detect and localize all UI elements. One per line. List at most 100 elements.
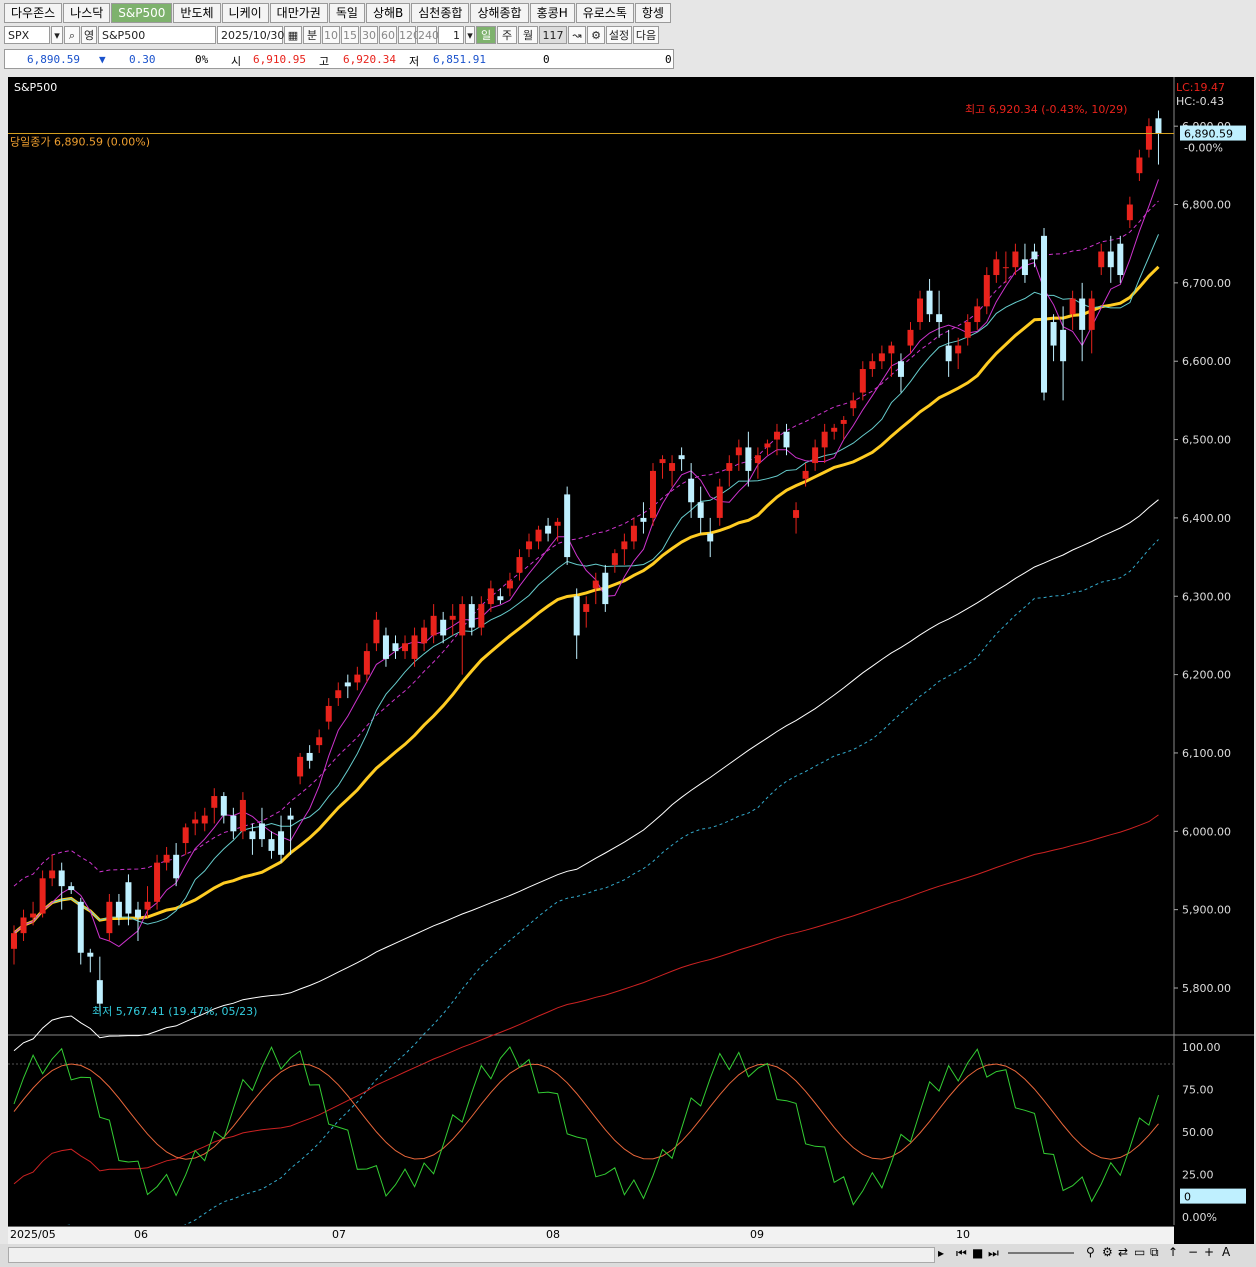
candle-body (392, 643, 399, 652)
pct-tag: -0.00% (1184, 142, 1223, 155)
period-60-button[interactable]: 60 (379, 26, 397, 44)
candle-body (1145, 126, 1152, 150)
gear-small-icon[interactable]: ⚙ (1102, 1245, 1113, 1259)
candle-body (115, 901, 122, 918)
tab-8[interactable]: 심천종합 (411, 3, 470, 23)
symbol-suffix: 영 (81, 26, 97, 44)
tab-7[interactable]: 상해B (365, 3, 411, 23)
next-button[interactable]: 다음 (633, 26, 659, 44)
collapse-icon[interactable]: ↑ (1168, 1245, 1178, 1259)
window-icon[interactable]: ▭ (1134, 1245, 1145, 1259)
compare-icon[interactable]: ⇄ (1118, 1245, 1128, 1259)
candle-body (1041, 235, 1048, 393)
symbol-input[interactable]: SPX (4, 26, 50, 44)
candle-body (535, 529, 542, 542)
candle-body (983, 275, 990, 307)
candle-body (144, 901, 151, 910)
period-240-button[interactable]: 240 (417, 26, 439, 44)
settings-button[interactable]: 설정 (606, 26, 632, 44)
hc-label: HC:-0.43 (1176, 95, 1224, 108)
chart-area[interactable]: 6,900.006,800.006,700.006,600.006,500.00… (8, 77, 1254, 1245)
chart-tool-icon[interactable]: ↝ (568, 26, 586, 44)
tab-4[interactable]: 니케이 (221, 3, 269, 23)
quote-bar: 6,890.59 ▼ 0.30 0% 시 6,910.95 고 6,920.34… (4, 49, 674, 69)
tab-12[interactable]: 항셍 (634, 3, 671, 23)
candle-body (459, 604, 466, 636)
period-15-button[interactable]: 15 (341, 26, 359, 44)
candle-body (726, 463, 733, 471)
tab-11[interactable]: 유로스톡 (575, 3, 634, 23)
tab-1[interactable]: 나스닥 (63, 3, 111, 23)
low-price: 6,851.91 (433, 53, 486, 66)
candle-body (697, 502, 704, 518)
high-price: 6,920.34 (343, 53, 396, 66)
symbol-dropdown-icon[interactable]: ▾ (51, 26, 63, 44)
date-input[interactable]: 2025/10/30 (217, 26, 284, 44)
candle-body (793, 510, 800, 518)
symbol-name-field[interactable]: S&P500 (98, 26, 216, 44)
period-30-button[interactable]: 30 (360, 26, 378, 44)
count-input[interactable]: 117 (539, 26, 567, 44)
candle-body (764, 443, 771, 448)
tab-6[interactable]: 독일 (328, 3, 365, 23)
candle-body (917, 298, 924, 323)
candle-body (592, 580, 599, 589)
tab-9[interactable]: 상해종합 (470, 3, 529, 23)
stop-icon[interactable]: ■ (972, 1246, 983, 1260)
gear-icon[interactable]: ⚙ (587, 26, 605, 44)
minute-button[interactable]: 분 (303, 26, 321, 44)
scroll-track[interactable] (8, 1247, 935, 1263)
tab-3[interactable]: 반도체 (173, 3, 221, 23)
period-value-input[interactable]: 1 (438, 26, 464, 44)
period-10-button[interactable]: 10 (322, 26, 340, 44)
candle-body (249, 831, 256, 840)
candle-body (497, 596, 504, 601)
price-chart-svg[interactable]: 6,900.006,800.006,700.006,600.006,500.00… (8, 77, 1254, 1225)
zoom-in-icon[interactable]: + (1204, 1245, 1214, 1259)
zoom-icon[interactable]: ⚲ (1086, 1245, 1095, 1259)
candle-body (258, 823, 265, 840)
x-axis-label: 08 (546, 1228, 560, 1241)
month-button[interactable]: 월 (518, 26, 538, 44)
candle-body (888, 345, 895, 354)
candle-body (211, 796, 218, 808)
lc-label: LC:19.47 (1176, 81, 1225, 94)
tab-0[interactable]: 다우존스 (4, 3, 63, 23)
zoom-slider[interactable] (1008, 1252, 1074, 1254)
day-button[interactable]: 일 (476, 26, 496, 44)
zoom-out-icon[interactable]: − (1188, 1245, 1198, 1259)
bollinger-lower-line (67, 539, 1159, 1225)
tab-2[interactable]: S&P500 (111, 3, 173, 23)
autoscale-icon[interactable]: A (1222, 1245, 1230, 1259)
period-120-button[interactable]: 120 (398, 26, 420, 44)
tab-5[interactable]: 대만가권 (269, 3, 328, 23)
bottom-scrollbar[interactable]: ▸ ⏮ ■ ⏭ ⚲ ⚙ ⇄ ▭ ⧉ ↑ − + A (0, 1244, 1256, 1267)
window-split-icon[interactable]: ⧉ (1150, 1245, 1159, 1260)
scroll-right-icon[interactable]: ▸ (938, 1246, 944, 1260)
candle-body (1021, 259, 1028, 276)
candle-body (583, 604, 590, 612)
candle-body (344, 682, 351, 687)
candle-body (545, 525, 552, 534)
y-tick-label: 6,000.00 (1182, 825, 1231, 838)
candle-body (1136, 157, 1143, 174)
current-price: 6,890.59 (27, 53, 80, 66)
candle-body (850, 400, 857, 409)
calendar-icon[interactable]: ▦ (284, 26, 302, 44)
candle-body (621, 541, 628, 550)
ma60-line (13, 499, 1159, 1052)
week-button[interactable]: 주 (497, 26, 517, 44)
period-spin-icon[interactable]: ▾ (465, 26, 475, 44)
candle-body (487, 588, 494, 605)
tab-10[interactable]: 홍콩H (529, 3, 575, 23)
candle-body (335, 690, 342, 699)
candle-body (77, 901, 84, 953)
search-icon[interactable]: ⌕ (64, 26, 80, 44)
candle-body (754, 455, 761, 464)
candle-body (1098, 251, 1105, 268)
play-forward-icon[interactable]: ⏭ (988, 1246, 999, 1261)
candle-body (402, 643, 409, 652)
candle-body (201, 815, 208, 824)
candle-body (669, 463, 676, 471)
play-back-icon[interactable]: ⏮ (956, 1246, 967, 1261)
